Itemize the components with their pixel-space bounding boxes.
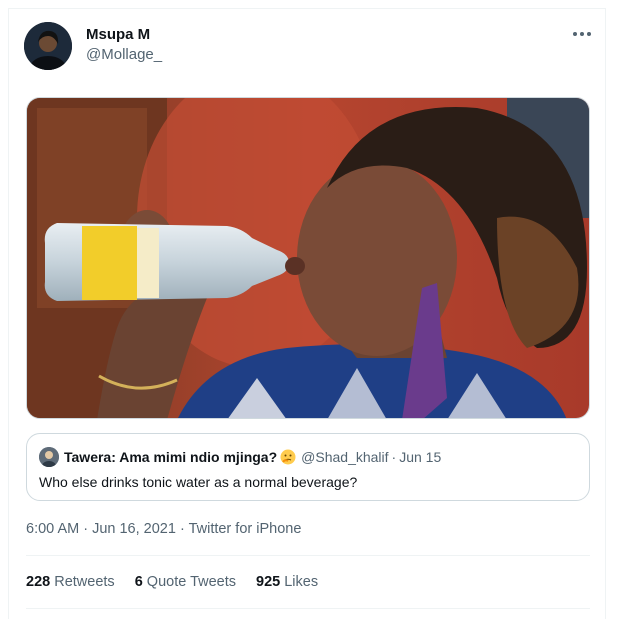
- author-handle[interactable]: @Mollage_: [86, 46, 162, 63]
- meta-separator: ·: [175, 521, 189, 537]
- quote-tweets-count: 6: [134, 574, 143, 590]
- retweets-stat[interactable]: 228 Retweets: [26, 574, 115, 590]
- ellipsis-dot: [573, 32, 577, 36]
- quoted-separator: ·: [391, 449, 397, 465]
- quote-tweets-stat[interactable]: 6 Quote Tweets: [135, 574, 236, 590]
- tweet-stats: 228 Retweets 6 Quote Tweets 925 Likes: [26, 574, 318, 590]
- quoted-tweet-text: Who else drinks tonic water as a normal …: [39, 474, 358, 490]
- quoted-date: Jun 15: [399, 449, 442, 465]
- tweet-timestamp[interactable]: 6:00 AM · Jun 16, 2021: [26, 521, 176, 537]
- author-avatar[interactable]: [24, 22, 72, 70]
- quote-tweets-label: Quote Tweets: [146, 574, 236, 590]
- tweet-source[interactable]: Twitter for iPhone: [189, 521, 302, 537]
- divider: [26, 555, 590, 556]
- ellipsis-dot: [587, 32, 591, 36]
- likes-count: 925: [256, 574, 281, 590]
- quoted-author-handle: @Shad_khalif: [301, 449, 389, 465]
- retweets-label: Retweets: [54, 574, 115, 590]
- likes-label: Likes: [284, 574, 319, 590]
- retweets-count: 228: [26, 574, 51, 590]
- tweet-photo[interactable]: [26, 97, 590, 419]
- quoted-tweet[interactable]: Tawera: Ama mimi ndio mjinga? @Shad_khal…: [26, 433, 590, 501]
- quoted-author-name: Tawera: Ama mimi ndio mjinga?: [64, 449, 278, 465]
- tweet-meta: 6:00 AM · Jun 16, 2021 · Twitter for iPh…: [26, 521, 301, 537]
- quoted-author-avatar: [39, 447, 59, 467]
- author-name[interactable]: Msupa M: [86, 26, 150, 43]
- ellipsis-icon[interactable]: [568, 26, 596, 42]
- thinking-face-icon: [280, 449, 296, 465]
- ellipsis-dot: [580, 32, 584, 36]
- divider: [26, 608, 590, 609]
- likes-stat[interactable]: 925 Likes: [256, 574, 318, 590]
